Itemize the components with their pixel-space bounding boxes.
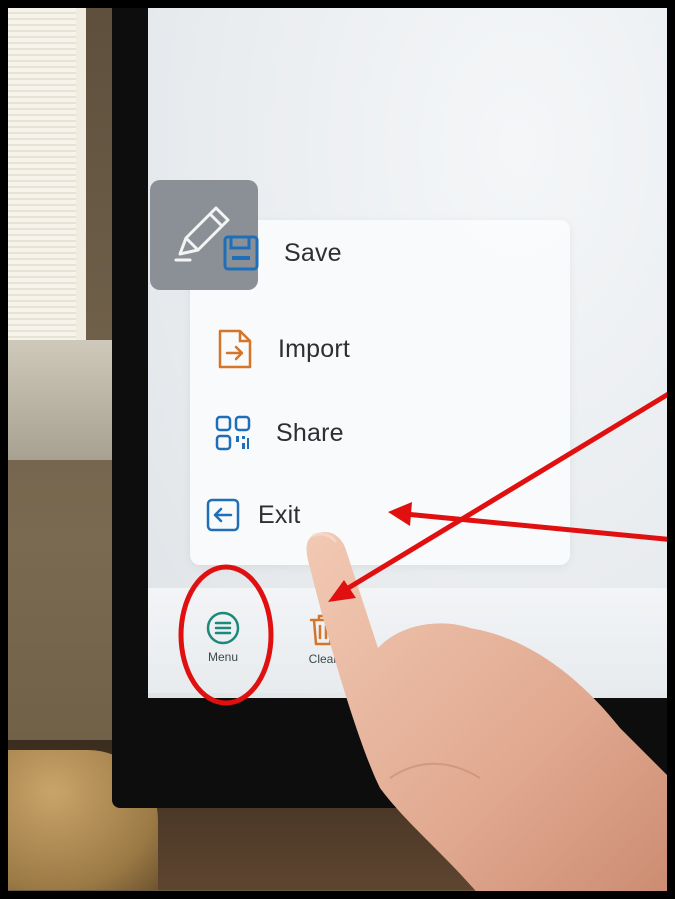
photo-frame (0, 0, 675, 899)
